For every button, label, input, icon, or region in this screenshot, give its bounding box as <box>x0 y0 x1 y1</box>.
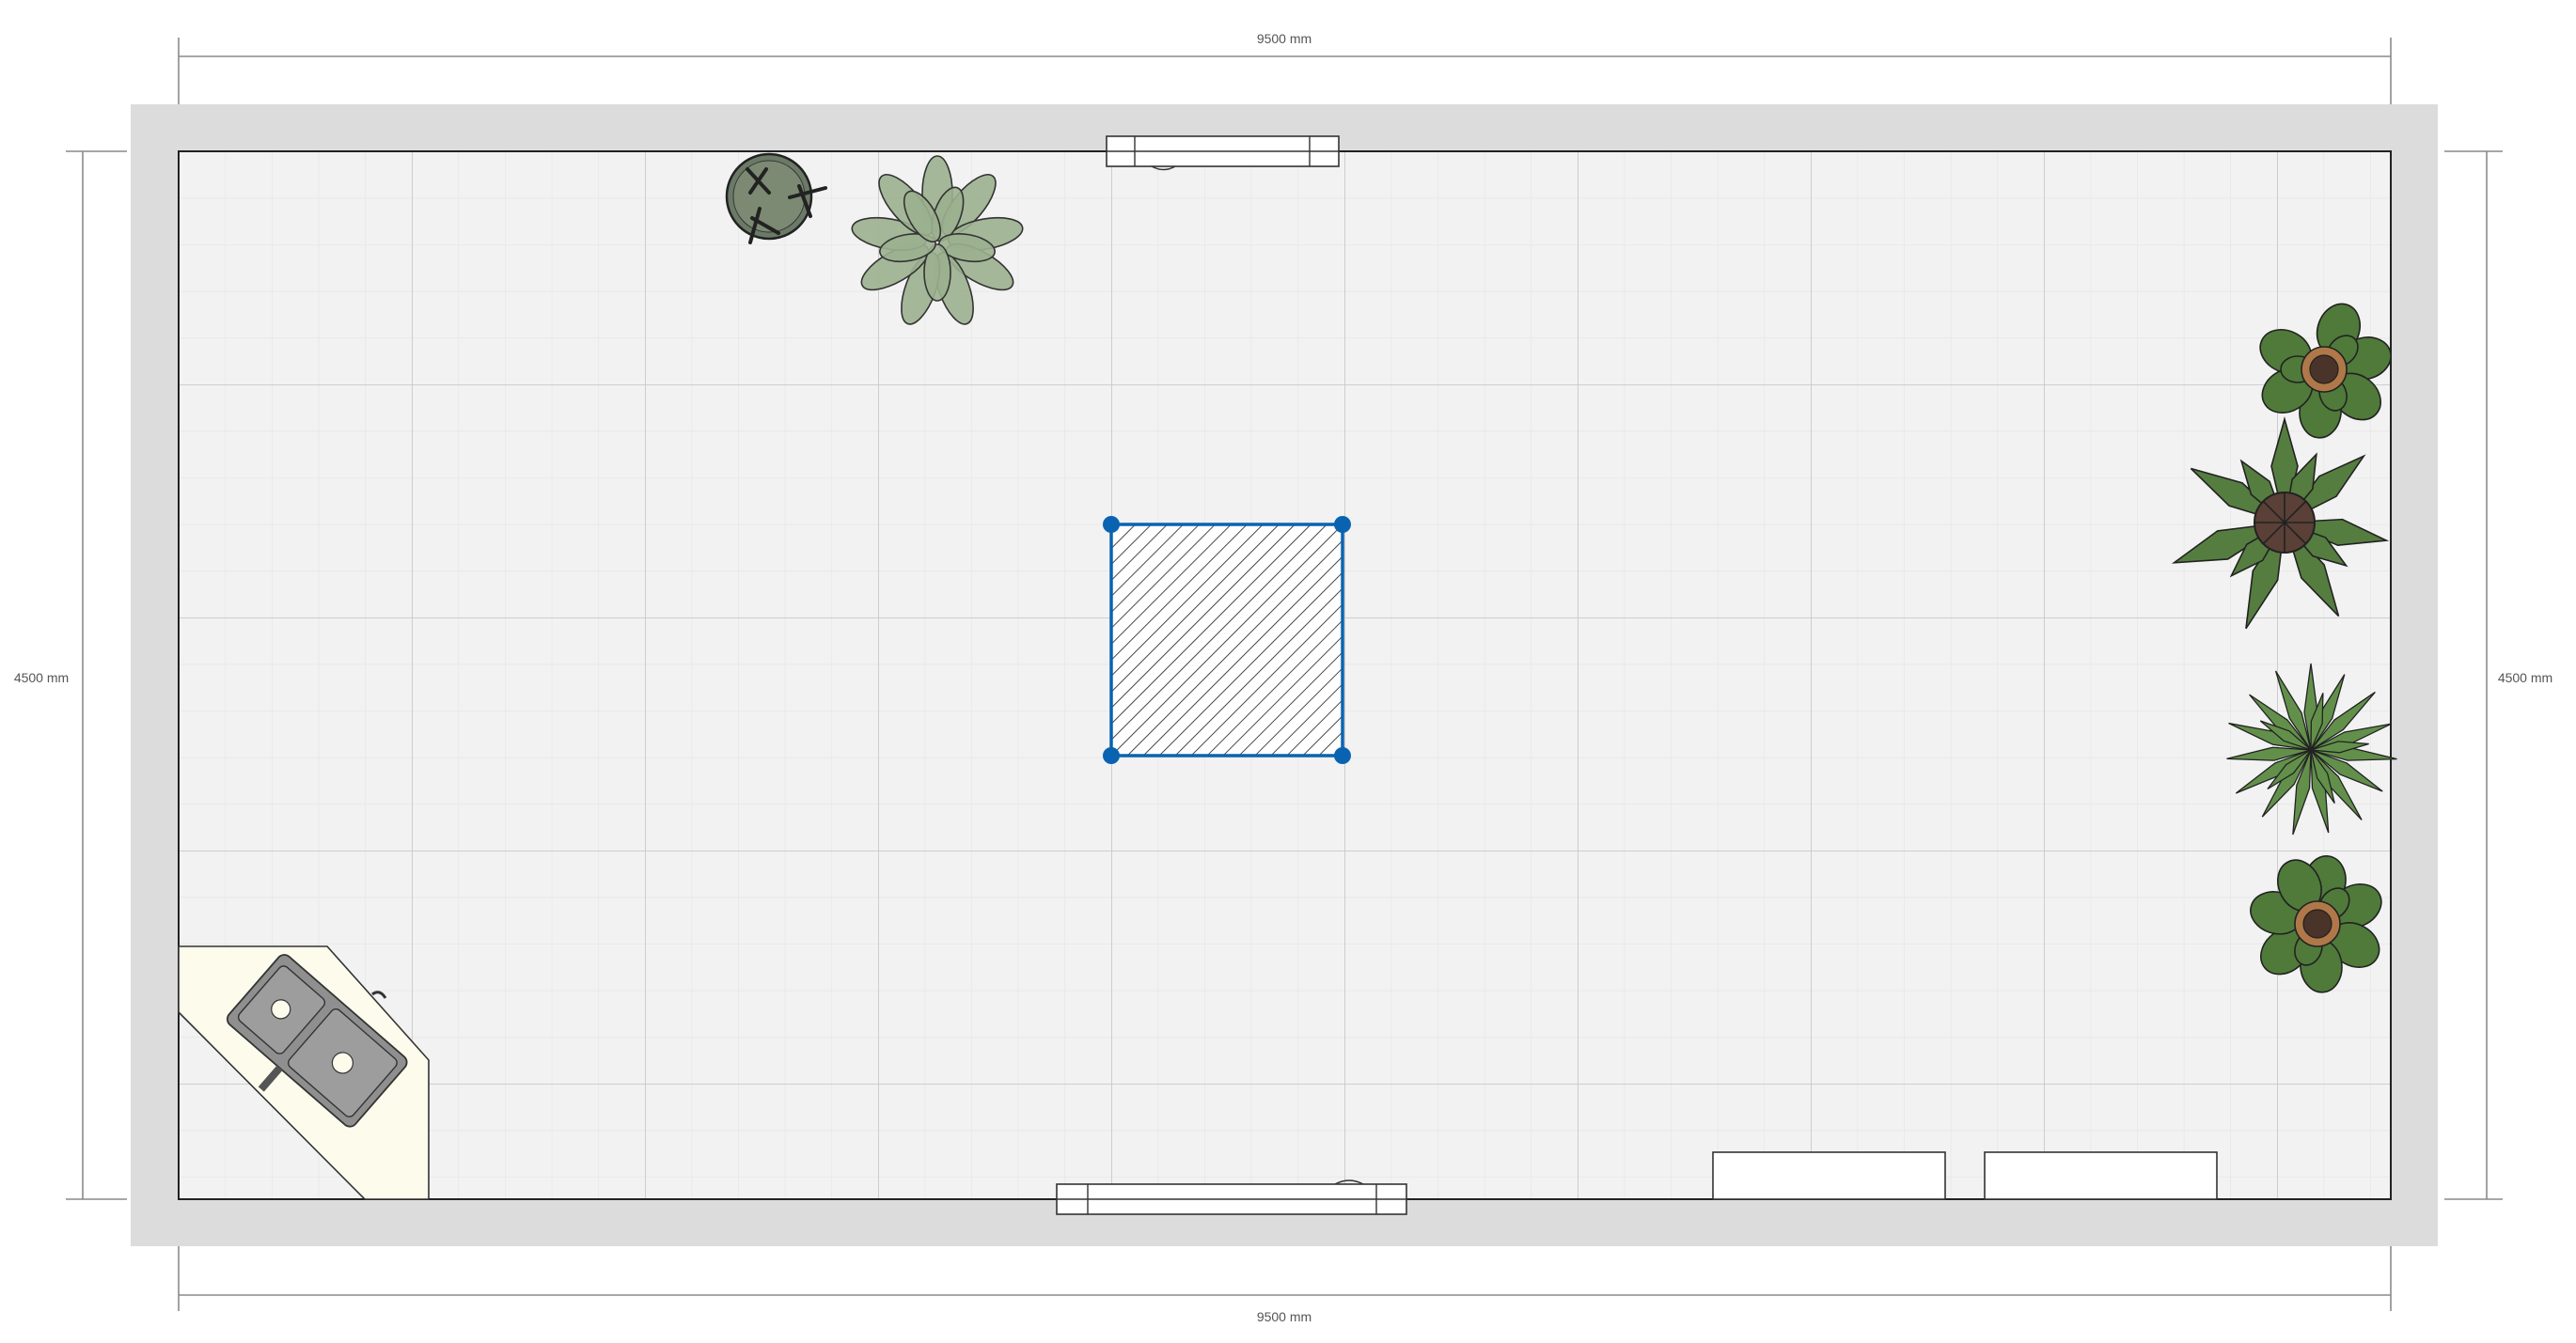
window-top[interactable] <box>1106 135 1340 171</box>
cabinet-2[interactable] <box>1984 1151 2218 1200</box>
resize-handle-bottom-left[interactable] <box>1103 747 1120 764</box>
dimension-top-label: 9500 mm <box>1257 31 1312 46</box>
dimension-right-label: 4500 mm <box>2498 670 2552 685</box>
dimension-left: 4500 mm <box>14 150 127 1200</box>
dimension-bottom: 9500 mm <box>178 1245 2392 1324</box>
dimension-right: 4500 mm <box>2444 150 2552 1200</box>
resize-handle-top-right[interactable] <box>1334 516 1351 533</box>
dimension-bottom-label: 9500 mm <box>1257 1309 1312 1324</box>
selected-column[interactable] <box>1103 516 1351 764</box>
floor-plan-canvas[interactable]: 9500 mm 9500 mm 4500 mm 4500 mm <box>0 0 2576 1343</box>
dimension-top: 9500 mm <box>178 31 2392 105</box>
resize-handle-bottom-right[interactable] <box>1334 747 1351 764</box>
dimension-left-label: 4500 mm <box>14 670 69 685</box>
window-bottom[interactable] <box>1056 1179 1407 1215</box>
resize-handle-top-left[interactable] <box>1103 516 1120 533</box>
cabinet-1[interactable] <box>1712 1151 1946 1200</box>
